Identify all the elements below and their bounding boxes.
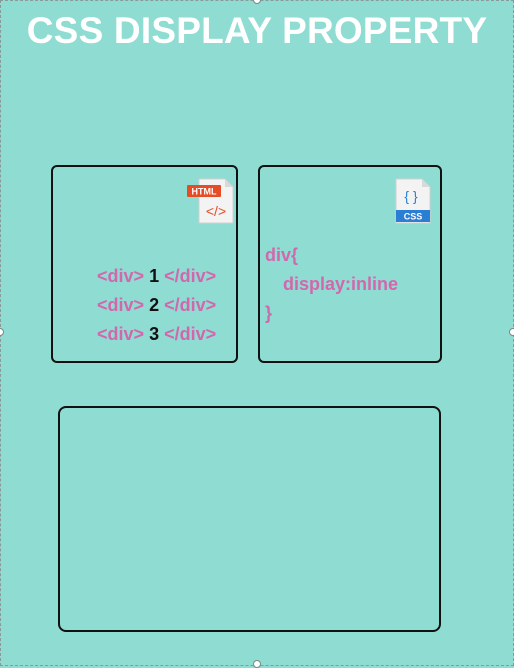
css-line-1: div{ — [265, 245, 299, 265]
html-code-card: HTML </> <div> 1 </div> <div> 2 </div> <… — [51, 165, 238, 363]
html-line-3: <div> 3 </div> — [97, 324, 217, 344]
css-line-2: display:inline — [283, 274, 399, 294]
css-file-icon: { } CSS — [395, 178, 431, 224]
svg-text:</>: </> — [206, 203, 226, 219]
html-file-icon: HTML </> — [187, 178, 234, 224]
css-badge-label: CSS — [404, 212, 423, 222]
page-title: CSS DISPLAY PROPERTY — [26, 10, 488, 51]
resize-handle-bottom[interactable] — [253, 660, 261, 668]
html-badge-label: HTML — [192, 187, 217, 197]
resize-handle-right[interactable] — [509, 328, 514, 336]
output-box — [58, 406, 441, 632]
svg-text:{ }: { } — [404, 188, 418, 204]
css-code-card: { } CSS div{ display:inline } — [258, 165, 442, 363]
css-line-3: } — [265, 303, 273, 323]
